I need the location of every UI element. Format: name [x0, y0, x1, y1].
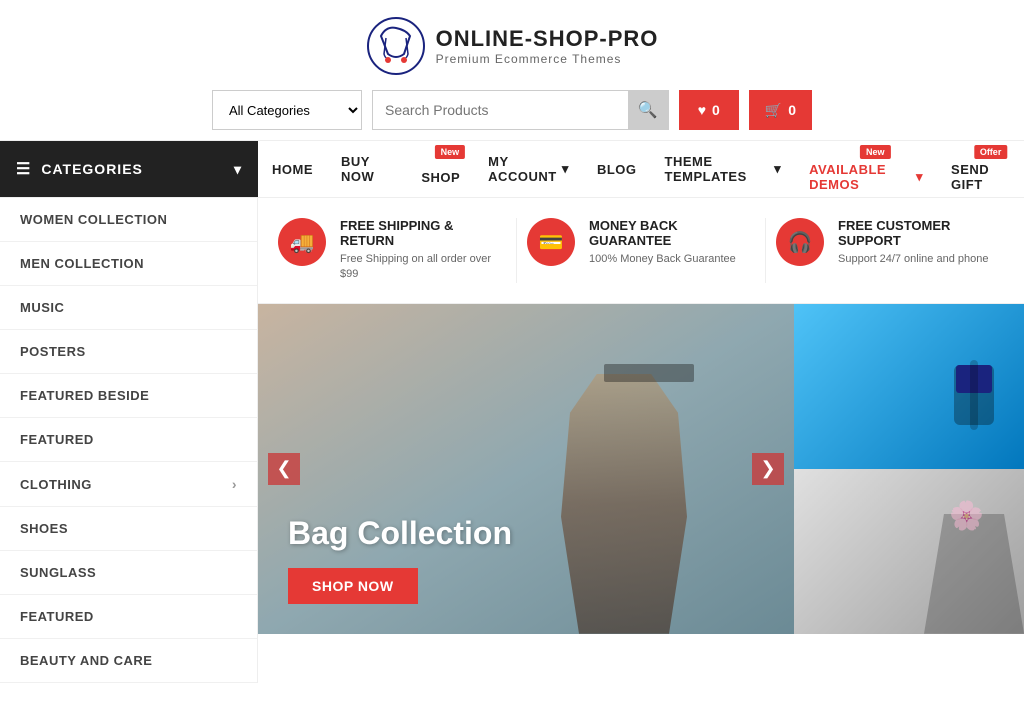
sidebar-item-featured-beside[interactable]: FEATURED BESIDE [0, 374, 257, 418]
sidebar-item-label: SHOES [20, 521, 68, 536]
demos-badge: New [860, 145, 891, 159]
navbar: ☰ CATEGORIES ▾ HOME BUY NOW New SHOP MY … [0, 140, 1024, 198]
logo-icon [366, 16, 426, 76]
feature-shipping-desc: Free Shipping on all order over $99 [340, 252, 506, 283]
category-select[interactable]: All Categories Clothing Electronics Beau… [212, 90, 362, 130]
nav-item-home[interactable]: HOME [258, 141, 327, 197]
hamburger-icon: ☰ [16, 159, 31, 179]
feature-support-desc: Support 24/7 online and phone [838, 252, 1004, 267]
search-button[interactable]: 🔍 [628, 91, 668, 129]
sidebar-item-clothing[interactable]: CLOTHING › [0, 462, 257, 507]
logo-name: ONLINE-SHOP-PRO [436, 26, 659, 52]
search-input-wrap: 🔍 [372, 90, 669, 130]
main-layout: WOMEN COLLECTION MEN COLLECTION MUSIC PO… [0, 198, 1024, 683]
sidebar-item-label: MUSIC [20, 300, 64, 315]
nav-list: HOME BUY NOW New SHOP MY ACCOUNT ▾ BLOG … [258, 141, 1024, 197]
feature-divider-2 [765, 218, 766, 283]
sidebar-item-men[interactable]: MEN COLLECTION [0, 242, 257, 286]
nav-item-demos[interactable]: New AVAILABLE DEMOS ▾ [795, 141, 937, 197]
banner-title: Bag Collection [288, 515, 512, 552]
sidebar-item-beauty[interactable]: BEAUTY AND CARE [0, 639, 257, 683]
nav-item-buynow[interactable]: BUY NOW [327, 141, 407, 197]
feature-moneyback-text: MONEY BACK GUARANTEE 100% Money Back Gua… [589, 218, 755, 267]
nav-item-theme[interactable]: THEME TEMPLATES ▾ [651, 141, 796, 197]
logo-area: ONLINE-SHOP-PRO Premium Ecommerce Themes [366, 16, 659, 76]
cart-button[interactable]: 🛒 0 [749, 90, 812, 130]
shop-now-button[interactable]: Shop Now [288, 568, 418, 604]
sidebar-item-women[interactable]: WOMEN COLLECTION [0, 198, 257, 242]
sidebar-item-posters[interactable]: POSTERS [0, 330, 257, 374]
content-area: 🚚 FREE SHIPPING & RETURN Free Shipping o… [258, 198, 1024, 683]
cart-icon: 🛒 [765, 102, 782, 119]
nav-item-account[interactable]: MY ACCOUNT ▾ [474, 141, 583, 197]
account-chevron: ▾ [562, 161, 569, 177]
nav-item-gift[interactable]: Offer Send Gift [937, 141, 1024, 197]
nav-item-blog[interactable]: BLOG [583, 141, 651, 197]
sidebar-item-label: CLOTHING [20, 477, 92, 492]
feature-support: 🎧 FREE CUSTOMER SUPPORT Support 24/7 onl… [776, 218, 1004, 283]
sidebar-item-label: BEAUTY AND CARE [20, 653, 152, 668]
banner-next-button[interactable]: ❯ [752, 453, 784, 485]
sidebar-item-shoes[interactable]: SHOES [0, 507, 257, 551]
categories-label: CATEGORIES [41, 161, 143, 177]
banner-side-top[interactable] [794, 304, 1024, 469]
search-input[interactable] [373, 91, 628, 129]
shop-badge: New [435, 145, 466, 159]
feature-moneyback-title: MONEY BACK GUARANTEE [589, 218, 755, 248]
nav-item-shop[interactable]: New SHOP [407, 141, 474, 197]
logo-text: ONLINE-SHOP-PRO Premium Ecommerce Themes [436, 26, 659, 66]
banner-side: 🌸 [794, 304, 1024, 634]
feature-support-text: FREE CUSTOMER SUPPORT Support 24/7 onlin… [838, 218, 1004, 267]
sidebar-item-label: MEN COLLECTION [20, 256, 144, 271]
feature-moneyback: 💳 MONEY BACK GUARANTEE 100% Money Back G… [527, 218, 755, 283]
cart-count: 0 [788, 102, 796, 118]
categories-button[interactable]: ☰ CATEGORIES ▾ [0, 141, 258, 197]
sidebar-item-label: FEATURED BESIDE [20, 388, 149, 403]
logo-tagline: Premium Ecommerce Themes [436, 52, 659, 66]
chevron-down-icon: ▾ [234, 161, 242, 178]
header: ONLINE-SHOP-PRO Premium Ecommerce Themes… [0, 0, 1024, 140]
feature-moneyback-desc: 100% Money Back Guarantee [589, 252, 755, 267]
feature-divider-1 [516, 218, 517, 283]
shipping-icon: 🚚 [278, 218, 326, 266]
offer-badge: Offer [974, 145, 1008, 159]
demos-chevron: ▾ [916, 169, 923, 185]
sidebar-item-featured2[interactable]: FEATURED [0, 595, 257, 639]
chevron-right-icon: › [232, 476, 237, 492]
sidebar-item-label: WOMEN COLLECTION [20, 212, 167, 227]
sidebar-item-sunglass[interactable]: SUNGLASS [0, 551, 257, 595]
sidebar-item-label: FEATURED [20, 432, 94, 447]
banner-content: Bag Collection Shop Now [288, 515, 512, 604]
sidebar-item-label: SUNGLASS [20, 565, 96, 580]
feature-shipping-text: FREE SHIPPING & RETURN Free Shipping on … [340, 218, 506, 283]
sidebar-item-music[interactable]: MUSIC [0, 286, 257, 330]
wishlist-count: 0 [712, 102, 720, 118]
theme-chevron: ▾ [774, 161, 781, 177]
sidebar-item-featured1[interactable]: FEATURED [0, 418, 257, 462]
feature-support-title: FREE CUSTOMER SUPPORT [838, 218, 1004, 248]
banner-main: ❮ Bag Collection Shop Now ❯ [258, 304, 794, 634]
banner-row: ❮ Bag Collection Shop Now ❯ [258, 304, 1024, 634]
heart-icon: ♥ [698, 102, 706, 118]
banner-prev-button[interactable]: ❮ [268, 453, 300, 485]
feature-shipping-title: FREE SHIPPING & RETURN [340, 218, 506, 248]
features-row: 🚚 FREE SHIPPING & RETURN Free Shipping o… [258, 198, 1024, 304]
sidebar-item-label: POSTERS [20, 344, 86, 359]
support-icon: 🎧 [776, 218, 824, 266]
feature-shipping: 🚚 FREE SHIPPING & RETURN Free Shipping o… [278, 218, 506, 283]
sidebar-item-label: FEATURED [20, 609, 94, 624]
moneyback-icon: 💳 [527, 218, 575, 266]
sidebar: WOMEN COLLECTION MEN COLLECTION MUSIC PO… [0, 198, 258, 683]
banner-side-bottom[interactable]: 🌸 [794, 469, 1024, 634]
wishlist-button[interactable]: ♥ 0 [679, 90, 739, 130]
search-bar-row: All Categories Clothing Electronics Beau… [212, 90, 812, 130]
